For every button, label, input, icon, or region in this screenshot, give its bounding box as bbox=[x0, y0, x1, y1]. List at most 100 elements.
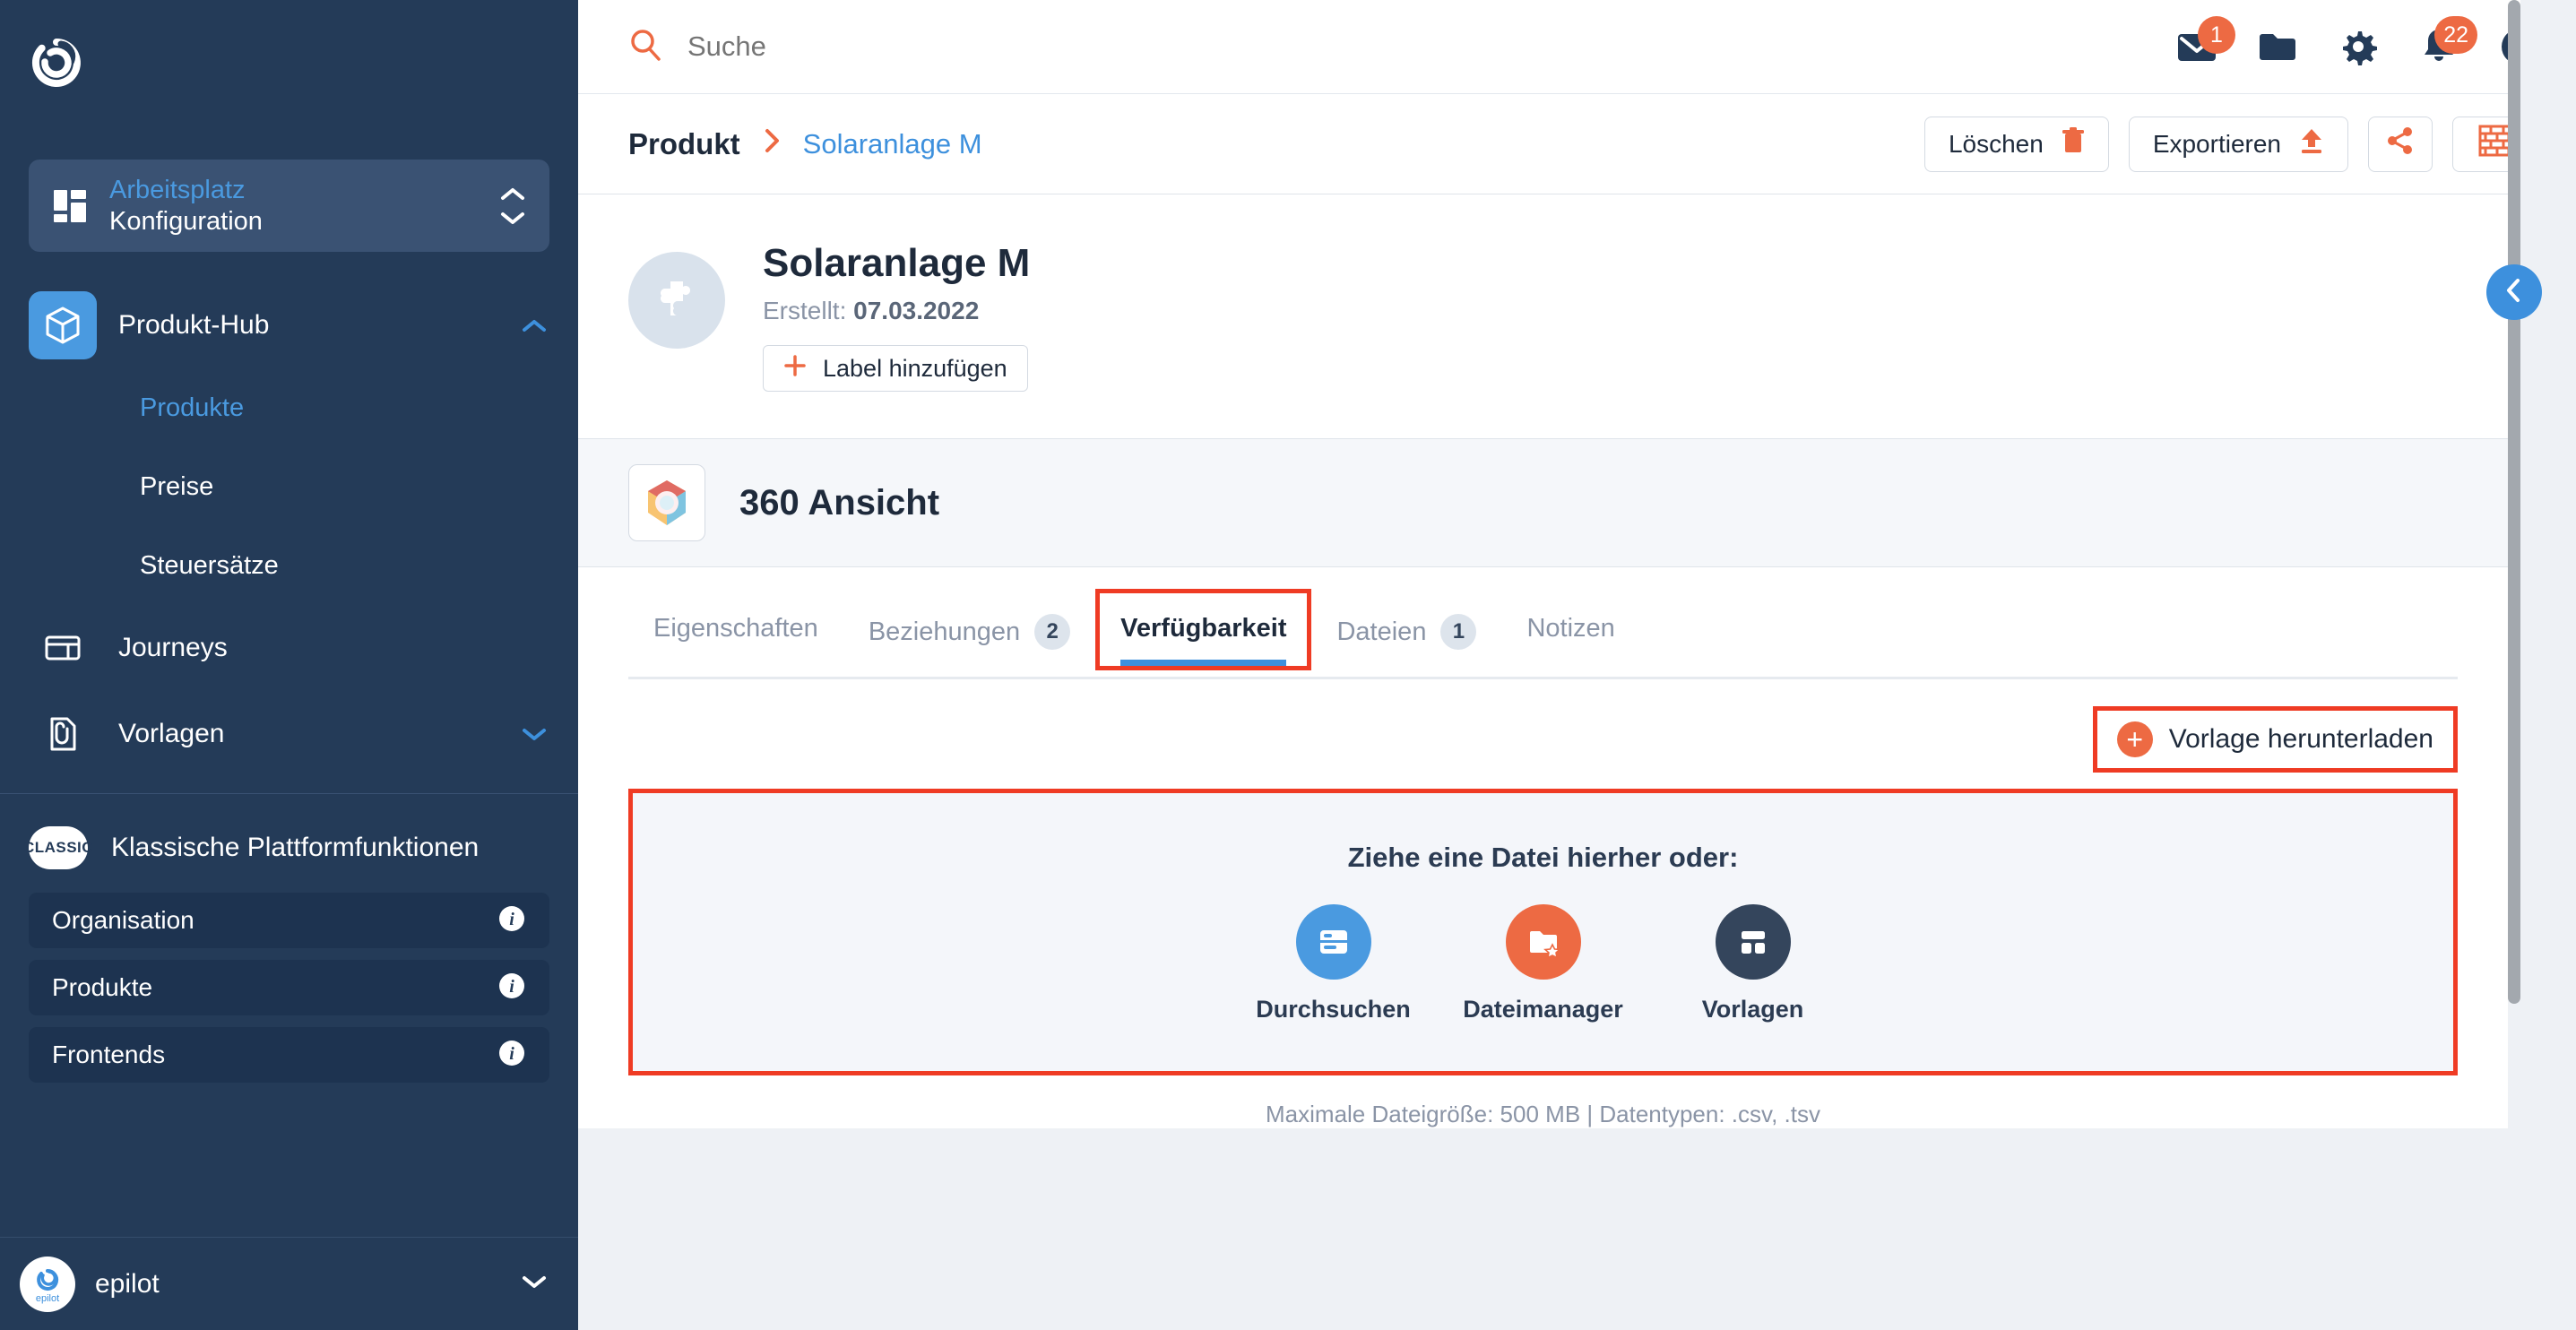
tab-beziehungen[interactable]: Beziehungen 2 bbox=[843, 589, 1095, 677]
info-icon[interactable]: i bbox=[497, 1039, 526, 1072]
journey-layout-icon bbox=[29, 614, 97, 682]
sidebar-item-organisation[interactable]: Organisation i bbox=[29, 893, 549, 948]
browse-option[interactable]: Durchsuchen bbox=[1249, 903, 1419, 1023]
workspace-name: Arbeitsplatz bbox=[109, 175, 246, 204]
created-prefix: Erstellt: bbox=[763, 297, 847, 324]
search-input[interactable] bbox=[687, 30, 1225, 63]
breadcrumb-root[interactable]: Produkt bbox=[628, 127, 740, 161]
grid-dashboard-icon bbox=[50, 186, 90, 226]
record-actions: Löschen Exportieren bbox=[1923, 116, 2542, 172]
export-button-label: Exportieren bbox=[2152, 129, 2281, 158]
product-header-card: Solaranlage M Erstellt: 07.03.2022 Label bbox=[578, 194, 2508, 439]
gear-icon[interactable] bbox=[2336, 24, 2381, 69]
add-label-button[interactable]: Label hinzufügen bbox=[763, 345, 1028, 392]
page-title: Solaranlage M bbox=[763, 241, 1031, 285]
sidebar: Arbeitsplatz Konfiguration Produkt-Hub P… bbox=[0, 0, 578, 1330]
svg-text:epilot: epilot bbox=[36, 1293, 59, 1304]
sidebar-item-label: Steuersätze bbox=[140, 550, 279, 580]
top-bar-icons: 1 22 bbox=[2174, 16, 2542, 69]
chevron-up-icon[interactable] bbox=[519, 318, 549, 333]
export-button[interactable]: Exportieren bbox=[2128, 116, 2348, 172]
main-area: 1 bbox=[578, 0, 2576, 1330]
file-manager-option-label: Dateimanager bbox=[1463, 995, 1623, 1023]
tab-verfuegbarkeit[interactable]: Verfügbarkeit bbox=[1095, 589, 1312, 670]
delete-button[interactable]: Löschen bbox=[1923, 116, 2109, 172]
dropzone-constraints: Maximale Dateigröße: 500 MB | Datentypen… bbox=[1266, 1101, 1820, 1127]
tab-label: Beziehungen bbox=[868, 617, 1021, 646]
created-value: 07.03.2022 bbox=[853, 297, 980, 324]
file-manager-option[interactable]: Dateimanager bbox=[1458, 903, 1629, 1023]
breadcrumb-leaf[interactable]: Solaranlage M bbox=[803, 128, 982, 160]
org-switcher[interactable]: epilot epilot bbox=[0, 1237, 578, 1330]
browse-files-icon bbox=[1295, 903, 1371, 980]
mail-badge: 1 bbox=[2198, 16, 2235, 54]
tab-label: Dateien bbox=[1336, 617, 1427, 646]
folder-icon[interactable] bbox=[2255, 24, 2300, 69]
collapse-panel-button[interactable] bbox=[2486, 264, 2542, 320]
tab-label: Eigenschaften bbox=[653, 614, 818, 643]
sidebar-item-label: Produkte bbox=[52, 973, 153, 1001]
mail-icon[interactable]: 1 bbox=[2174, 16, 2235, 69]
plus-circle-icon: + bbox=[2116, 721, 2153, 757]
file-dropzone[interactable]: Ziehe eine Datei hierher oder: Durchsuch… bbox=[628, 789, 2458, 1075]
tab-label: Verfügbarkeit bbox=[1120, 614, 1287, 643]
notification-badge: 22 bbox=[2434, 16, 2477, 54]
detail-tabs-card: Eigenschaften Beziehungen 2 Verfügbarkei… bbox=[578, 567, 2508, 1128]
sidebar-item-preise[interactable]: Preise bbox=[0, 447, 578, 526]
primary-nav: Produkt-Hub Produkte Preise Steuersätze bbox=[0, 252, 578, 777]
sidebar-item-label: Preise bbox=[140, 471, 214, 501]
classic-section-title: Klassische Plattformfunktionen bbox=[111, 833, 480, 862]
sidebar-item-frontends[interactable]: Frontends i bbox=[29, 1027, 549, 1083]
delete-button-label: Löschen bbox=[1948, 129, 2044, 158]
templates-option[interactable]: Vorlagen bbox=[1668, 903, 1838, 1023]
chevron-down-icon[interactable] bbox=[519, 727, 549, 742]
sidebar-item-produkte-classic[interactable]: Produkte i bbox=[29, 960, 549, 1015]
scrollbar-thumb[interactable] bbox=[2508, 0, 2520, 1004]
sidebar-item-steuersaetze[interactable]: Steuersätze bbox=[0, 526, 578, 605]
plus-icon bbox=[783, 354, 807, 384]
right-gutter bbox=[2520, 0, 2576, 1330]
tab-dateien[interactable]: Dateien 1 bbox=[1311, 589, 1501, 677]
download-template-label: Vorlage herunterladen bbox=[2168, 724, 2433, 754]
document-clip-icon bbox=[29, 700, 97, 768]
classic-badge: CLASSIC bbox=[23, 826, 93, 869]
tab-list: Eigenschaften Beziehungen 2 Verfügbarkei… bbox=[578, 589, 2508, 677]
tab-notizen[interactable]: Notizen bbox=[1501, 589, 1639, 670]
tab-badge: 2 bbox=[1034, 614, 1071, 650]
tab-badge: 1 bbox=[1440, 614, 1477, 650]
epilot-avatar-icon: epilot bbox=[20, 1256, 75, 1312]
breadcrumb-bar: Produkt Solaranlage M Löschen Exportiere… bbox=[578, 94, 2576, 194]
tab-label: Notizen bbox=[1526, 614, 1615, 643]
content-scrollbar[interactable] bbox=[2508, 0, 2520, 1330]
download-template-button[interactable]: + Vorlage herunterladen bbox=[2092, 706, 2458, 773]
chevron-down-icon[interactable] bbox=[521, 1274, 548, 1294]
sidebar-item-label: Organisation bbox=[52, 906, 194, 934]
global-search[interactable] bbox=[628, 28, 2174, 66]
breadcrumb: Produkt Solaranlage M bbox=[628, 127, 1924, 161]
browse-option-label: Durchsuchen bbox=[1256, 995, 1411, 1023]
share-button[interactable] bbox=[2368, 116, 2433, 172]
puzzle-piece-icon bbox=[628, 252, 725, 349]
sidebar-item-label: Produkt-Hub bbox=[118, 310, 270, 340]
sidebar-item-produkte[interactable]: Produkte bbox=[0, 368, 578, 447]
tab-eigenschaften[interactable]: Eigenschaften bbox=[628, 589, 843, 670]
org-name: epilot bbox=[95, 1268, 160, 1299]
sidebar-item-produkt-hub[interactable]: Produkt-Hub bbox=[0, 282, 578, 368]
workspace-selector[interactable]: Arbeitsplatz Konfiguration bbox=[29, 160, 549, 252]
tab-active-underline bbox=[1120, 660, 1287, 666]
sidebar-item-label: Journeys bbox=[118, 633, 228, 662]
bell-icon[interactable]: 22 bbox=[2416, 16, 2477, 69]
sidebar-item-vorlagen[interactable]: Vorlagen bbox=[0, 691, 578, 777]
brand-logo[interactable] bbox=[0, 0, 578, 125]
templates-option-label: Vorlagen bbox=[1701, 995, 1804, 1023]
add-label-button-text: Label hinzufügen bbox=[823, 354, 1007, 382]
sidebar-item-journeys[interactable]: Journeys bbox=[0, 605, 578, 691]
created-date: Erstellt: 07.03.2022 bbox=[763, 297, 1030, 325]
search-icon bbox=[628, 28, 662, 66]
chevron-down-icon bbox=[501, 212, 524, 224]
info-icon[interactable]: i bbox=[497, 972, 526, 1005]
workspace-chevrons[interactable] bbox=[499, 186, 526, 226]
info-icon[interactable]: i bbox=[497, 904, 526, 937]
sidebar-item-label: Vorlagen bbox=[118, 719, 225, 748]
top-bar: 1 bbox=[578, 0, 2576, 94]
